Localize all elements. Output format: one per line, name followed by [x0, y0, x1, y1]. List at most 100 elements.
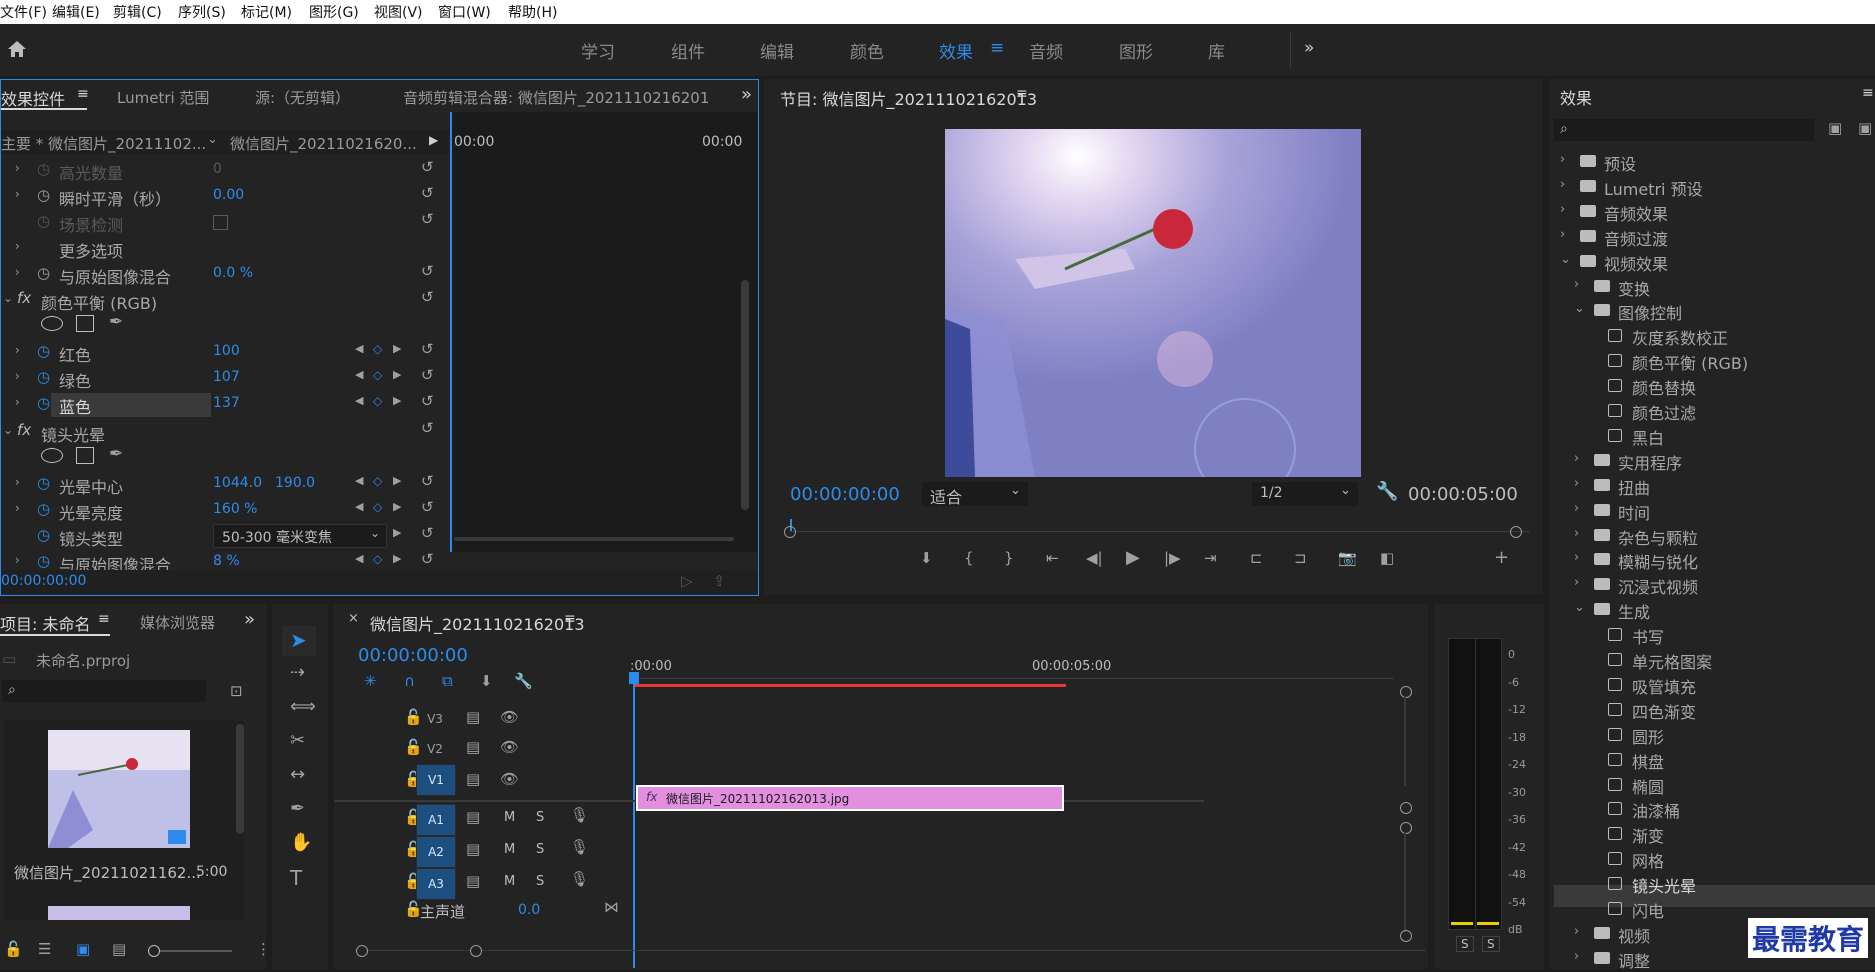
row-label[interactable]: 更多选项: [59, 238, 123, 262]
master-track-value[interactable]: 0.0: [518, 902, 540, 918]
workspace-color[interactable]: 颜色: [850, 38, 884, 63]
panel-menu-icon[interactable]: ≡: [564, 611, 576, 627]
effect-name[interactable]: 镜头光晕: [41, 422, 105, 446]
row-value[interactable]: 0.00: [213, 187, 244, 203]
project-scrollbar[interactable]: [236, 724, 244, 834]
chevron-right-icon[interactable]: ›: [1574, 451, 1579, 466]
reset-icon[interactable]: ↺: [421, 290, 434, 305]
menu-clip[interactable]: 剪辑(C): [113, 2, 162, 22]
step-back-icon[interactable]: ◀|: [1086, 551, 1103, 566]
effect-tree-item[interactable]: › 沉浸式视频: [1554, 573, 1874, 597]
scene-detect-checkbox[interactable]: [213, 215, 228, 230]
freeform-view-icon[interactable]: ▤: [112, 942, 126, 957]
wrench-icon[interactable]: 🔧: [514, 674, 533, 689]
selection-tool-icon[interactable]: ➤: [290, 630, 307, 650]
list-view-icon[interactable]: ☰: [38, 942, 51, 957]
add-button-icon[interactable]: +: [1494, 549, 1509, 567]
row-value[interactable]: 0: [213, 161, 222, 177]
eye-icon[interactable]: 👁: [500, 740, 519, 755]
effect-tree-item[interactable]: 颜色过滤: [1554, 399, 1874, 423]
clip-thumbnail[interactable]: [48, 730, 190, 848]
reset-icon[interactable]: ↺: [421, 474, 434, 489]
effect-tree-item[interactable]: › 音频效果: [1554, 200, 1874, 224]
expand-chevron[interactable]: ›: [15, 553, 20, 567]
mute-button[interactable]: M: [504, 842, 515, 857]
slip-tool-icon[interactable]: ↔: [290, 766, 305, 784]
microphone-icon[interactable]: 🎙: [570, 808, 589, 823]
flare-center-x[interactable]: 1044.0: [213, 475, 262, 491]
solo-button[interactable]: S: [536, 810, 544, 825]
more-workspaces-icon[interactable]: »: [1304, 38, 1314, 58]
effect-tree-item[interactable]: 书写: [1554, 623, 1874, 647]
zoom-left-handle[interactable]: [356, 945, 368, 957]
menu-window[interactable]: 窗口(W): [438, 2, 491, 22]
mark-in-icon[interactable]: {: [964, 551, 974, 566]
chevron-right-icon[interactable]: ›: [1574, 526, 1579, 541]
expand-chevron[interactable]: ›: [15, 161, 20, 175]
prev-keyframe-icon[interactable]: ◀: [355, 475, 363, 486]
chevron-right-icon[interactable]: ›: [1574, 476, 1579, 491]
add-marker-icon[interactable]: ⬇: [920, 551, 933, 566]
effect-tree-item[interactable]: 颜色替换: [1554, 374, 1874, 398]
clip-name[interactable]: 微信图片_20211021162...: [14, 862, 201, 883]
more-tabs-icon[interactable]: »: [244, 609, 255, 630]
effects-search-input[interactable]: ⌕: [1554, 119, 1814, 141]
snap-icon[interactable]: ∩: [404, 674, 415, 689]
more-options-icon[interactable]: ⋮: [256, 942, 271, 957]
sync-lock-icon[interactable]: ▤: [466, 810, 480, 825]
effect-tree-item[interactable]: ⌄ 视频效果: [1554, 250, 1874, 274]
workspace-menu-icon[interactable]: ≡: [990, 38, 1004, 58]
prev-keyframe-icon[interactable]: ◀: [355, 553, 363, 564]
new-preset-icon[interactable]: ▣: [1858, 121, 1872, 136]
play-icon[interactable]: ▶: [1126, 549, 1140, 567]
reset-icon[interactable]: ↺: [421, 526, 434, 541]
lens-type-select[interactable]: 50-300 毫米变焦 ⌄: [213, 524, 387, 548]
tab-source[interactable]: 源:（无剪辑）: [255, 87, 350, 108]
sync-lock-icon[interactable]: ▤: [466, 740, 480, 755]
expand-chevron[interactable]: ›: [15, 187, 20, 201]
filter-icon[interactable]: ▷: [681, 574, 693, 589]
add-keyframe-icon[interactable]: ◇: [373, 343, 382, 355]
prev-keyframe-icon[interactable]: ◀: [355, 369, 363, 380]
chevron-right-icon[interactable]: ›: [1574, 924, 1579, 939]
audio-scrollbar[interactable]: [1404, 832, 1406, 932]
effect-name[interactable]: 颜色平衡 (RGB): [41, 290, 157, 314]
video-scrollbar[interactable]: [1404, 696, 1406, 786]
expand-chevron[interactable]: ›: [15, 501, 20, 515]
pen-tool-icon[interactable]: ✒: [290, 800, 305, 818]
close-tab-icon[interactable]: ×: [348, 611, 359, 626]
eye-icon[interactable]: 👁: [500, 710, 519, 725]
menu-edit[interactable]: 编辑(E): [52, 2, 100, 22]
effect-tree-item[interactable]: › 音频过渡: [1554, 225, 1874, 249]
zoom-handle-left[interactable]: [784, 526, 796, 538]
more-tabs-icon[interactable]: »: [741, 84, 752, 105]
export-icon[interactable]: ⇪: [713, 574, 726, 589]
chevron-right-icon[interactable]: ›: [1574, 550, 1579, 565]
reset-icon[interactable]: ↺: [421, 186, 434, 201]
reset-icon[interactable]: ↺: [421, 552, 434, 567]
effects-title[interactable]: 效果: [1560, 85, 1592, 109]
row-value[interactable]: 107: [213, 369, 240, 385]
stopwatch-icon[interactable]: ◷: [37, 528, 50, 543]
ellipse-mask-icon[interactable]: [41, 448, 63, 463]
program-timecode[interactable]: 00:00:00:00: [790, 484, 900, 505]
chevron-down-icon[interactable]: ⌄: [1574, 301, 1585, 316]
playhead-handle[interactable]: [629, 672, 639, 684]
solo-left-button[interactable]: S: [1456, 936, 1474, 952]
effect-tree-item[interactable]: 油漆桶: [1554, 797, 1874, 821]
fit-select[interactable]: 适合 ⌄: [922, 482, 1028, 507]
effect-tree-item[interactable]: ⌄ 生成: [1554, 598, 1874, 622]
video-scroll-bottom[interactable]: [1400, 802, 1412, 814]
workspace-libraries[interactable]: 库: [1208, 38, 1225, 63]
effect-tree-item[interactable]: ⌄ 图像控制: [1554, 299, 1874, 323]
tab-audio-clip-mixer[interactable]: 音频剪辑混合器: 微信图片_2021110216201: [403, 87, 713, 108]
expand-chevron[interactable]: ⌄: [3, 291, 13, 305]
effect-tree-item[interactable]: › 杂色与颗粒: [1554, 524, 1874, 548]
reset-icon[interactable]: ↺: [421, 342, 434, 357]
timeline-timecode[interactable]: 00:00:00:00: [358, 645, 468, 666]
audio-scroll-bottom[interactable]: [1400, 930, 1412, 942]
extract-icon[interactable]: ⊐: [1294, 551, 1307, 566]
solo-button[interactable]: S: [536, 874, 544, 889]
microphone-icon[interactable]: 🎙: [570, 872, 589, 887]
hand-tool-icon[interactable]: ✋: [290, 834, 312, 852]
